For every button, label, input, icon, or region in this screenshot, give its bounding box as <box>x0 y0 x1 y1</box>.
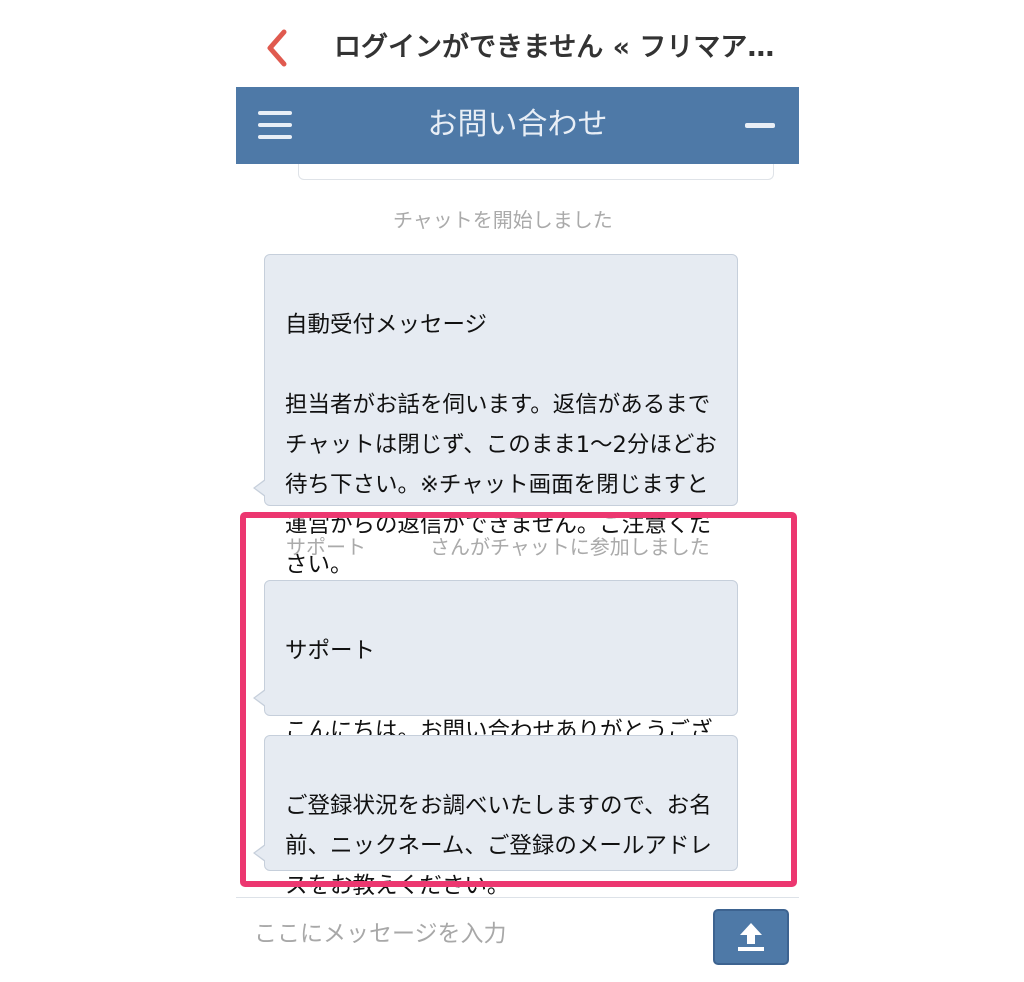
upload-icon <box>738 923 764 951</box>
message-sender: サポート <box>285 638 376 664</box>
agent-message-bubble: サポート こんにちは。お問い合わせありがとうございます。 <box>253 580 738 784</box>
message-text: ご登録状況をお調べいたしますので、お名前、ニックネーム、ご登録のメールアドレスを… <box>285 793 712 896</box>
message-sender: 自動受付メッセージ <box>285 312 488 338</box>
chat-started-notice: チャットを開始しました <box>393 208 613 232</box>
chat-log[interactable]: チャットを開始しました 自動受付メッセージ 担当者がお話を伺います。返信があるま… <box>236 164 799 896</box>
join-notice-agent: サポート <box>286 535 366 559</box>
send-button[interactable] <box>713 909 789 965</box>
top-nav-bar: ログインができません « フリマア… <box>236 18 799 78</box>
previous-card-edge <box>298 164 774 180</box>
back-button[interactable] <box>258 26 298 70</box>
message-input[interactable] <box>254 912 674 956</box>
chat-title: お問い合わせ <box>427 107 608 142</box>
auto-message-bubble: 自動受付メッセージ 担当者がお話を伺います。返信があるまでチャットは閉じず、この… <box>253 254 738 578</box>
chat-header: お問い合わせ <box>236 87 799 164</box>
chevron-left-icon <box>267 29 287 67</box>
page-title: ログインができません « フリマア… <box>334 32 775 63</box>
message-composer <box>236 897 799 982</box>
minus-icon[interactable] <box>745 123 775 128</box>
agent-message-bubble: ご登録状況をお調べいたしますので、お名前、ニックネーム、ご登録のメールアドレスを… <box>253 735 738 896</box>
join-notice-text: さんがチャットに参加しました <box>430 535 710 559</box>
